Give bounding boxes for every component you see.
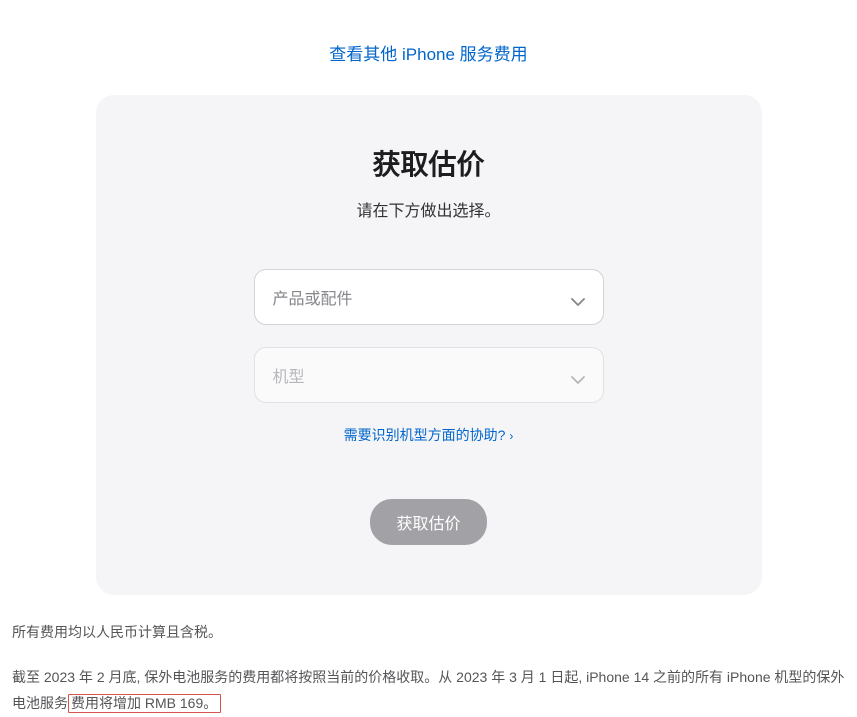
card-title: 获取估价: [136, 143, 722, 183]
chevron-right-icon: ›: [509, 429, 513, 443]
model-select[interactable]: 机型: [254, 347, 604, 403]
footer-note-pricing: 截至 2023 年 2 月底, 保外电池服务的费用都将按照当前的价格收取。从 2…: [12, 664, 845, 717]
footer-text: 所有费用均以人民币计算且含税。 截至 2023 年 2 月底, 保外电池服务的费…: [0, 595, 857, 717]
product-select[interactable]: 产品或配件: [254, 269, 604, 325]
price-increase-highlight: 费用将增加 RMB 169。: [68, 694, 221, 713]
identify-model-help-link[interactable]: 需要识别机型方面的协助?›: [344, 427, 514, 443]
model-select-placeholder: 机型: [273, 363, 305, 387]
help-link-label: 需要识别机型方面的协助?: [344, 427, 506, 443]
card-subtitle: 请在下方做出选择。: [136, 197, 722, 221]
footer-note-currency: 所有费用均以人民币计算且含税。: [12, 619, 845, 646]
estimate-card: 获取估价 请在下方做出选择。 产品或配件 机型 需要识别机型方面的协助?› 获取…: [96, 95, 762, 595]
product-select-placeholder: 产品或配件: [273, 285, 353, 309]
chevron-down-icon: [571, 293, 585, 301]
chevron-down-icon: [571, 371, 585, 379]
view-other-services-link[interactable]: 查看其他 iPhone 服务费用: [329, 45, 527, 64]
get-estimate-button[interactable]: 获取估价: [370, 499, 486, 545]
